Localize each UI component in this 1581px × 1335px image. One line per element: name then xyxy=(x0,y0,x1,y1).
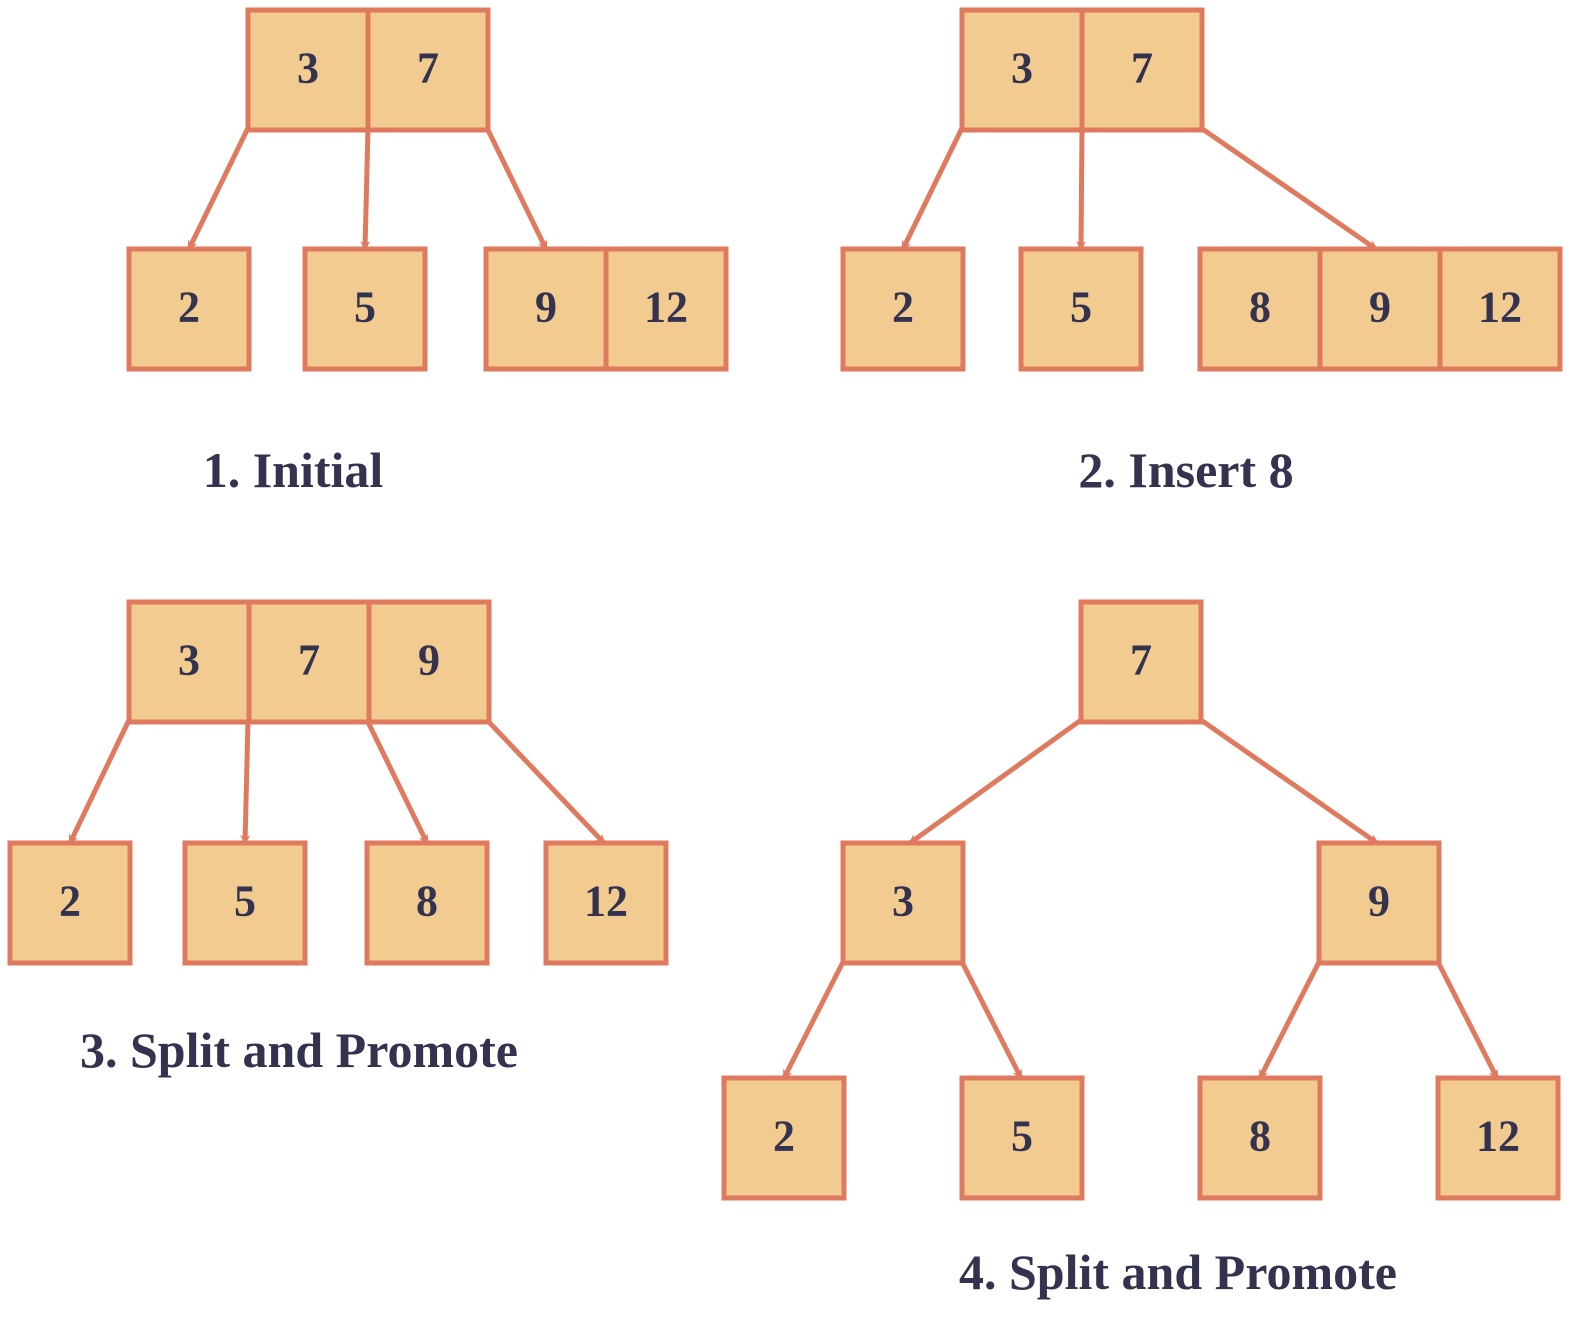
child-node: 9 xyxy=(1316,840,1442,966)
edge-arrow-l-to-lr xyxy=(959,960,1024,1080)
key-label: 3 xyxy=(178,636,200,685)
key-label: 3 xyxy=(297,44,319,93)
child-node: 9 12 xyxy=(483,246,729,372)
edge-arrow-root-to-l xyxy=(908,717,1083,846)
edge-arrow-root-to-c1 xyxy=(1076,127,1087,251)
child-node: 8 xyxy=(1197,1075,1323,1201)
edge-arrow-root-to-c1 xyxy=(240,719,251,845)
key-label: 9 xyxy=(418,636,440,685)
key-label: 12 xyxy=(1476,1112,1520,1161)
key-label: 5 xyxy=(234,877,256,926)
panel-caption: 3. Split and Promote xyxy=(80,1022,518,1078)
child-node: 12 xyxy=(1435,1075,1561,1201)
key-label: 9 xyxy=(535,283,557,332)
edge-arrow-root-to-c2 xyxy=(1199,125,1378,252)
child-node: 2 xyxy=(721,1075,847,1201)
key-label: 2 xyxy=(892,283,914,332)
key-label: 2 xyxy=(59,877,81,926)
key-label: 5 xyxy=(1011,1112,1033,1161)
edge-arrow-r-to-rl xyxy=(1257,960,1322,1080)
edge-arrow-root-to-c0 xyxy=(900,126,965,251)
key-label: 2 xyxy=(178,283,200,332)
edge-arrow-l-to-ll xyxy=(781,960,846,1080)
key-label: 12 xyxy=(644,283,688,332)
panel-3: 3 7 9 2 5 8 12 3. Split and Promote xyxy=(7,599,669,1078)
panel-4: 7 3 9 2 5 8 12 4. Split and Promote xyxy=(721,599,1561,1300)
child-node: 5 xyxy=(959,1075,1085,1201)
child-node: 12 xyxy=(543,840,669,966)
child-node: 2 xyxy=(7,840,133,966)
key-label: 5 xyxy=(354,283,376,332)
edge-arrow-root-to-c1 xyxy=(360,127,371,251)
panel-2: 3 72 5 8 9 122. Insert 8 xyxy=(840,7,1563,498)
key-label: 7 xyxy=(298,636,320,685)
child-node: 5 xyxy=(182,840,308,966)
root-node: 37 xyxy=(245,7,491,133)
key-label: 5 xyxy=(1070,283,1092,332)
key-label: 8 xyxy=(1249,1112,1271,1161)
key-label: 8 xyxy=(416,877,438,926)
panel-caption: 4. Split and Promote xyxy=(959,1244,1397,1300)
key-label: 9 xyxy=(1369,283,1391,332)
edge-arrow-root-to-r xyxy=(1199,717,1379,846)
edge-arrow-r-to-rr xyxy=(1435,960,1500,1080)
edge-arrow-root-to-c2 xyxy=(364,718,430,845)
inserted-key-label: 8 xyxy=(1249,283,1271,332)
key-label: 7 xyxy=(1131,44,1153,93)
child-node: 8 9 12 xyxy=(1197,246,1563,372)
key-label: 3 xyxy=(892,877,914,926)
edge-arrow-root-to-c0 xyxy=(186,126,251,251)
root-node: 37 xyxy=(959,7,1205,133)
child-node: 5 xyxy=(1018,246,1144,372)
key-label: 3 xyxy=(1011,44,1033,93)
root-node: 3 7 9 xyxy=(126,599,492,725)
child-node: 2 xyxy=(840,246,966,372)
child-node: 2 xyxy=(126,246,252,372)
edge-arrow-root-to-c0 xyxy=(67,718,132,845)
btree-insertion-diagram: 3 72 5 9 121. Initial3 72 5 8 9 122. Insert 83 7 92… xyxy=(7,7,1563,1300)
panel-1: 3 72 5 9 121. Initial xyxy=(126,7,729,498)
key-label: 12 xyxy=(584,877,628,926)
panel-caption: 1. Initial xyxy=(203,442,384,498)
panel-caption: 2. Insert 8 xyxy=(1078,442,1293,498)
edge-arrow-root-to-c3 xyxy=(485,718,606,845)
key-label: 7 xyxy=(1130,636,1152,685)
child-node: 8 xyxy=(364,840,490,966)
child-node: 5 xyxy=(302,246,428,372)
edge-arrow-root-to-c2 xyxy=(484,126,549,251)
key-label: 7 xyxy=(417,44,439,93)
key-label: 9 xyxy=(1368,877,1390,926)
key-label: 12 xyxy=(1478,283,1522,332)
child-node: 3 xyxy=(840,840,966,966)
key-label: 2 xyxy=(773,1112,795,1161)
root-node: 7 xyxy=(1078,599,1204,725)
